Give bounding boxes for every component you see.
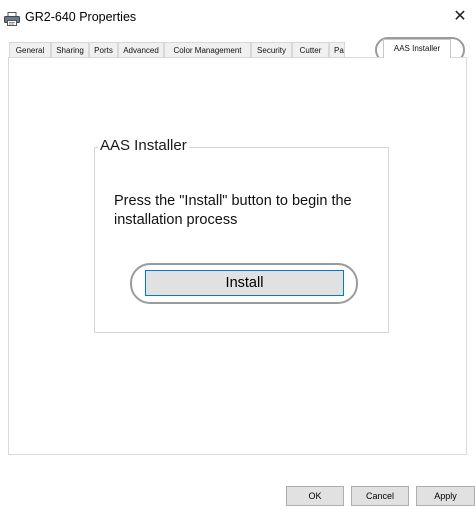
tab-ports[interactable]: Ports [89,42,118,57]
tab-general[interactable]: General [9,42,51,57]
apply-button[interactable]: Apply [416,486,475,506]
ok-button[interactable]: OK [286,486,344,506]
tab-aas-installer[interactable]: AAS Installer [383,39,451,58]
group-title: AAS Installer [98,137,189,154]
tab-advanced[interactable]: Advanced [118,42,164,57]
title-bar: GR2-640 Properties ✕ [0,0,475,33]
tab-partial[interactable]: Pa [329,42,345,57]
tab-cutter[interactable]: Cutter [292,42,329,57]
tab-strip: General Sharing Ports Advanced Color Man… [9,39,467,58]
tab-security[interactable]: Security [251,42,292,57]
instruction-text: Press the "Install" button to begin the … [114,193,352,228]
close-button[interactable]: ✕ [445,4,475,30]
properties-dialog: GR2-640 Properties ✕ General Sharing Por… [0,0,475,506]
window-title: GR2-640 Properties [25,10,137,24]
install-button[interactable]: Install [145,270,344,296]
tab-color-management[interactable]: Color Management [164,42,251,57]
tab-sharing[interactable]: Sharing [51,42,89,57]
close-icon: ✕ [453,8,467,25]
cancel-button[interactable]: Cancel [351,486,409,506]
aas-installer-group [94,147,389,333]
printer-icon [4,12,20,26]
